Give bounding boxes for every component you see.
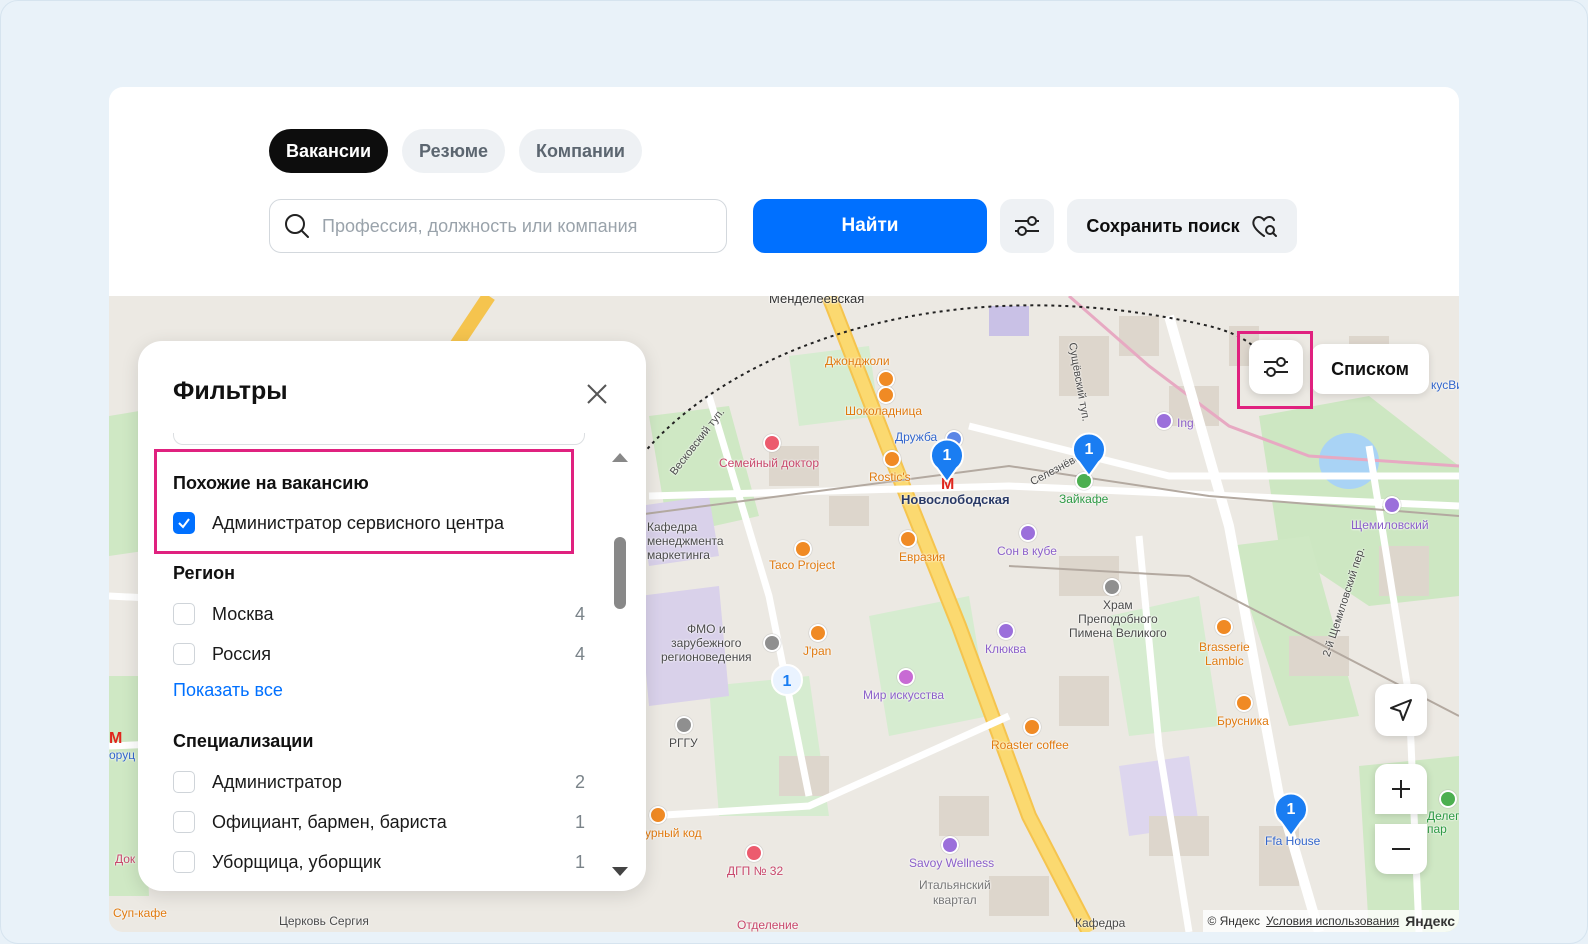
search-icon (285, 214, 309, 238)
plus-icon (1392, 780, 1410, 798)
option-count: 1 (574, 851, 585, 872)
heart-search-icon (1251, 216, 1277, 237)
specs-section-title: Специализации (173, 731, 314, 751)
option-count: 4 (574, 643, 585, 664)
show-all-link[interactable]: Показать все (173, 680, 283, 701)
option-label: Официант, бармен, бариста (212, 811, 447, 832)
map[interactable]: Менделеевская Джонджоли Шоколадница Друж… (109, 296, 1459, 932)
option-label: Администратор (212, 771, 342, 792)
close-icon[interactable] (584, 381, 610, 407)
map-attribution: © Яндекс Условия использования Яндекс (1203, 910, 1459, 932)
minus-icon (1392, 848, 1410, 850)
spec-option-cleaner[interactable]: Уборщица, уборщик 1 (173, 847, 585, 877)
option-label: Россия (212, 643, 272, 664)
search-tabs: Вакансии Резюме Компании (269, 129, 642, 173)
option-count: 2 (574, 771, 585, 792)
find-button[interactable]: Найти (753, 199, 987, 253)
tab-vacancies[interactable]: Вакансии (269, 129, 389, 173)
search-input[interactable] (322, 215, 702, 237)
terms-link[interactable]: Условия использования (1266, 914, 1399, 928)
highlight-similar-section (154, 449, 574, 554)
checkbox[interactable] (173, 851, 195, 873)
filters-title: Фильтры (173, 377, 288, 405)
highlight-map-filters (1237, 331, 1313, 409)
yandex-logo[interactable]: Яндекс (1405, 913, 1455, 929)
option-count: 1 (574, 811, 585, 832)
navigation-arrow-icon (1390, 699, 1412, 721)
search-card: Вакансии Резюме Компании Найти Сохранить… (109, 87, 1459, 932)
tab-resumes[interactable]: Резюме (402, 129, 506, 173)
copyright-text: © Яндекс (1207, 914, 1260, 928)
checkbox[interactable] (173, 771, 195, 793)
filters-button[interactable] (1000, 199, 1054, 253)
list-view-button[interactable]: Списком (1311, 344, 1429, 394)
save-search-label: Сохранить поиск (1086, 215, 1240, 236)
spec-option-admin[interactable]: Администратор 2 (173, 767, 585, 797)
checkbox[interactable] (173, 643, 195, 665)
checkbox[interactable] (173, 603, 195, 625)
sliders-icon (1015, 216, 1039, 236)
zoom-out-button[interactable] (1375, 824, 1427, 874)
save-search-button[interactable]: Сохранить поиск (1067, 199, 1297, 253)
zoom-in-button[interactable] (1375, 764, 1427, 814)
option-label: Уборщица, уборщик (212, 851, 381, 872)
option-label: Москва (212, 603, 274, 624)
scroll-down-arrow[interactable] (612, 867, 628, 876)
option-count: 4 (574, 603, 585, 624)
region-option-moscow[interactable]: Москва 4 (173, 599, 585, 629)
search-box (269, 199, 727, 253)
spec-option-waiter[interactable]: Официант, бармен, бариста 1 (173, 807, 585, 837)
tab-companies[interactable]: Компании (519, 129, 642, 173)
scroll-up-arrow[interactable] (612, 453, 628, 462)
scrollbar-thumb[interactable] (614, 537, 626, 609)
collapsed-section-edge (173, 433, 585, 445)
geolocation-button[interactable] (1375, 684, 1427, 736)
region-section-title: Регион (173, 563, 235, 583)
region-option-russia[interactable]: Россия 4 (173, 639, 585, 669)
filters-panel: Фильтры Похожие на вакансию Администрато… (138, 341, 646, 891)
checkbox[interactable] (173, 811, 195, 833)
